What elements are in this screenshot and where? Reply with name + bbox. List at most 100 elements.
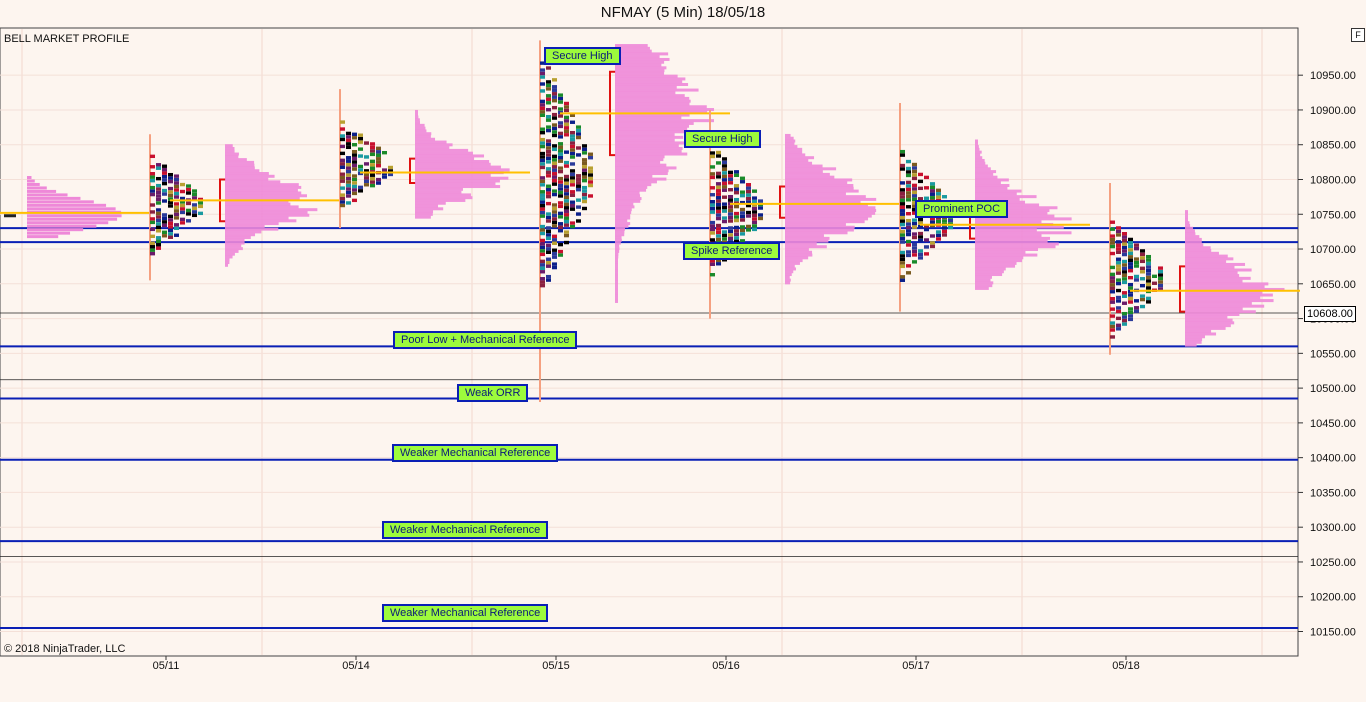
- profile-bar: [415, 168, 510, 172]
- tpo-block: [722, 216, 727, 220]
- tpo-block: [918, 235, 923, 239]
- tpo-block: [936, 219, 941, 224]
- profile-bar: [225, 174, 275, 178]
- tpo-block: [558, 242, 563, 247]
- tpo-block: [728, 226, 733, 230]
- profile-bar: [27, 214, 122, 218]
- tpo-block: [1116, 295, 1121, 300]
- tpo-block: [558, 222, 563, 226]
- tpo-block: [906, 271, 911, 275]
- tpo-block: [150, 172, 155, 176]
- tpo-block: [150, 220, 155, 225]
- profile-bar: [1185, 243, 1204, 247]
- tpo-block: [156, 208, 161, 212]
- tpo-block: [192, 210, 197, 214]
- tpo-block: [570, 200, 575, 204]
- market-profile-chart[interactable]: 10150.00 10200.00 10250.00 10300.00 10350.00…: [0, 0, 1366, 702]
- tpo-block: [728, 212, 733, 216]
- tpo-block: [180, 207, 185, 211]
- tpo-block: [546, 108, 551, 112]
- tpo-block: [340, 144, 345, 149]
- annotation-weaker-mechanical-1[interactable]: Weaker Mechanical Reference: [392, 444, 559, 462]
- profile-bar: [225, 208, 318, 212]
- profile-bar: [615, 83, 689, 87]
- profile-bar: [1185, 318, 1233, 322]
- tpo-block: [168, 232, 173, 236]
- tpo-block: [1116, 281, 1121, 286]
- tpo-block: [180, 182, 185, 187]
- annotation-weak-orr[interactable]: Weak ORR: [457, 384, 529, 402]
- profile-bar: [1185, 307, 1243, 311]
- tpo-block: [570, 137, 575, 142]
- tpo-block: [1116, 247, 1121, 251]
- tpo-block: [722, 230, 727, 234]
- tpo-block: [564, 115, 569, 120]
- profile-bar: [975, 167, 991, 171]
- y-tick-label-12: 10750.00: [1310, 209, 1356, 221]
- tpo-block: [1122, 242, 1127, 246]
- tpo-block: [546, 184, 551, 188]
- tpo-block: [728, 205, 733, 209]
- profile-bar: [27, 217, 118, 221]
- annotation-secure-high-2[interactable]: Secure High: [684, 130, 761, 148]
- tpo-block: [722, 174, 727, 179]
- tpo-block: [936, 233, 941, 238]
- tpo-block: [1158, 269, 1163, 274]
- profile-name-label: BELL MARKET PROFILE: [4, 33, 130, 45]
- tpo-block: [912, 253, 917, 257]
- profile-bar: [975, 264, 1016, 268]
- tpo-block: [156, 218, 161, 223]
- tpo-block: [900, 209, 905, 213]
- profile-bar: [415, 109, 418, 113]
- annotation-prominent-poc[interactable]: Prominent POC: [915, 200, 1009, 218]
- tpo-block: [150, 189, 155, 193]
- tpo-block: [906, 170, 911, 174]
- tpo-block: [552, 192, 557, 197]
- profile-bar: [615, 85, 677, 89]
- tpo-block: [906, 159, 911, 164]
- tpo-block: [734, 173, 739, 178]
- tpo-block: [1110, 328, 1115, 332]
- profile-bar: [785, 228, 854, 232]
- tpo-block: [546, 236, 551, 241]
- profile-bar: [615, 138, 675, 142]
- annotation-weaker-mechanical-3[interactable]: Weaker Mechanical Reference: [382, 604, 549, 622]
- tpo-block: [346, 166, 351, 170]
- f-corner-button[interactable]: F: [1351, 28, 1365, 42]
- tpo-block: [906, 253, 911, 258]
- tpo-block: [728, 170, 733, 175]
- tpo-block: [1116, 327, 1121, 331]
- tpo-block: [174, 223, 179, 227]
- profile-bar: [1185, 313, 1240, 317]
- tpo-block: [546, 194, 551, 199]
- tpo-block: [1146, 286, 1151, 290]
- profile-bar: [225, 230, 262, 234]
- profile-bar: [615, 252, 619, 256]
- annotation-weaker-mechanical-2[interactable]: Weaker Mechanical Reference: [382, 521, 549, 539]
- tpo-block: [552, 220, 557, 225]
- annotation-spike-reference[interactable]: Spike Reference: [683, 242, 781, 260]
- profile-bar: [785, 164, 823, 168]
- tpo-block: [1140, 256, 1145, 260]
- tpo-block: [168, 186, 173, 191]
- tpo-block: [746, 214, 751, 218]
- profile-bar: [1185, 276, 1251, 280]
- tpo-block: [546, 191, 551, 195]
- time-axis: 05/11 05/14 05/15 05/16 05/17 05/18: [153, 656, 1140, 672]
- tpo-block: [564, 181, 569, 186]
- tpo-block: [912, 190, 917, 195]
- tpo-block: [180, 210, 185, 215]
- annotation-secure-high-1[interactable]: Secure High: [544, 47, 621, 65]
- tpo-block: [546, 114, 551, 119]
- annotation-poor-low[interactable]: Poor Low + Mechanical Reference: [393, 331, 578, 349]
- tpo-block: [930, 192, 935, 196]
- profile-bar: [615, 57, 670, 61]
- profile-bar: [225, 219, 297, 223]
- tpo-block: [900, 163, 905, 168]
- tpo-block: [582, 199, 587, 204]
- profile-bar: [615, 224, 629, 228]
- profile-bar: [225, 188, 298, 192]
- profile-bar: [415, 115, 419, 119]
- profile-bar: [225, 152, 239, 156]
- profile-bar: [785, 278, 791, 282]
